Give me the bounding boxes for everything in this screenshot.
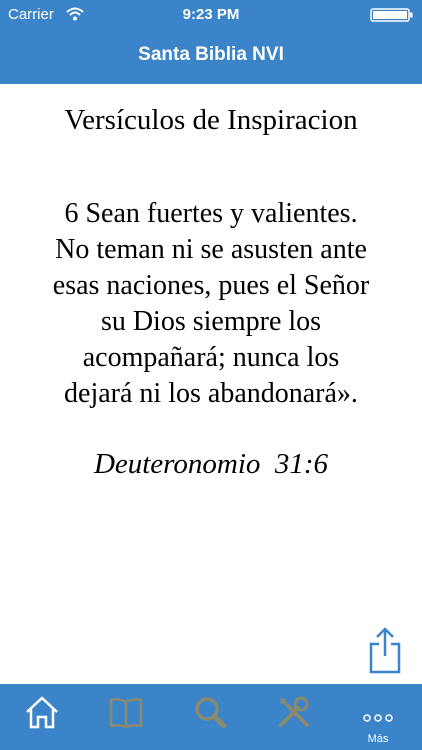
- tab-search[interactable]: [168, 684, 252, 750]
- verse-line: acompañará; nunca los: [82, 342, 340, 373]
- share-button[interactable]: [366, 626, 404, 674]
- verse-line: esas naciones, pues el Señor: [52, 270, 370, 301]
- battery-icon: [370, 8, 414, 22]
- verse-content: Versículos de Inspiracion 6 Sean fuertes…: [0, 84, 422, 684]
- more-icon: [363, 714, 393, 722]
- page-heading: Versículos de Inspiracion: [64, 104, 358, 136]
- search-icon: [195, 697, 227, 729]
- tools-icon: [279, 696, 309, 727]
- tab-more-label: Más: [367, 733, 389, 745]
- tab-bible[interactable]: [84, 684, 168, 750]
- verse-line: su Dios siempre los: [100, 306, 322, 337]
- tab-bar: Más: [0, 684, 422, 750]
- nav-title: Santa Biblia NVI: [138, 44, 284, 65]
- navigation-bar: Santa Biblia NVI: [0, 28, 422, 84]
- tab-more[interactable]: Más: [336, 684, 420, 750]
- book-icon: [109, 698, 143, 729]
- verse-reference: Deuteronomio 31:6: [93, 448, 329, 480]
- home-icon: [26, 696, 58, 729]
- tab-home[interactable]: [0, 684, 84, 750]
- verse-line: dejará ni los abandonará».: [64, 378, 358, 409]
- share-icon: [369, 627, 401, 674]
- status-bar: Carrier 9:23 PM: [0, 0, 422, 28]
- verse-line: No teman ni se asusten ante: [55, 234, 367, 265]
- status-time: 9:23 PM: [182, 6, 240, 23]
- verse-text: 6 Sean fuertes y valientes. No teman ni …: [20, 196, 402, 412]
- verse-line: 6 Sean fuertes y valientes.: [64, 198, 358, 229]
- tab-tools[interactable]: [252, 684, 336, 750]
